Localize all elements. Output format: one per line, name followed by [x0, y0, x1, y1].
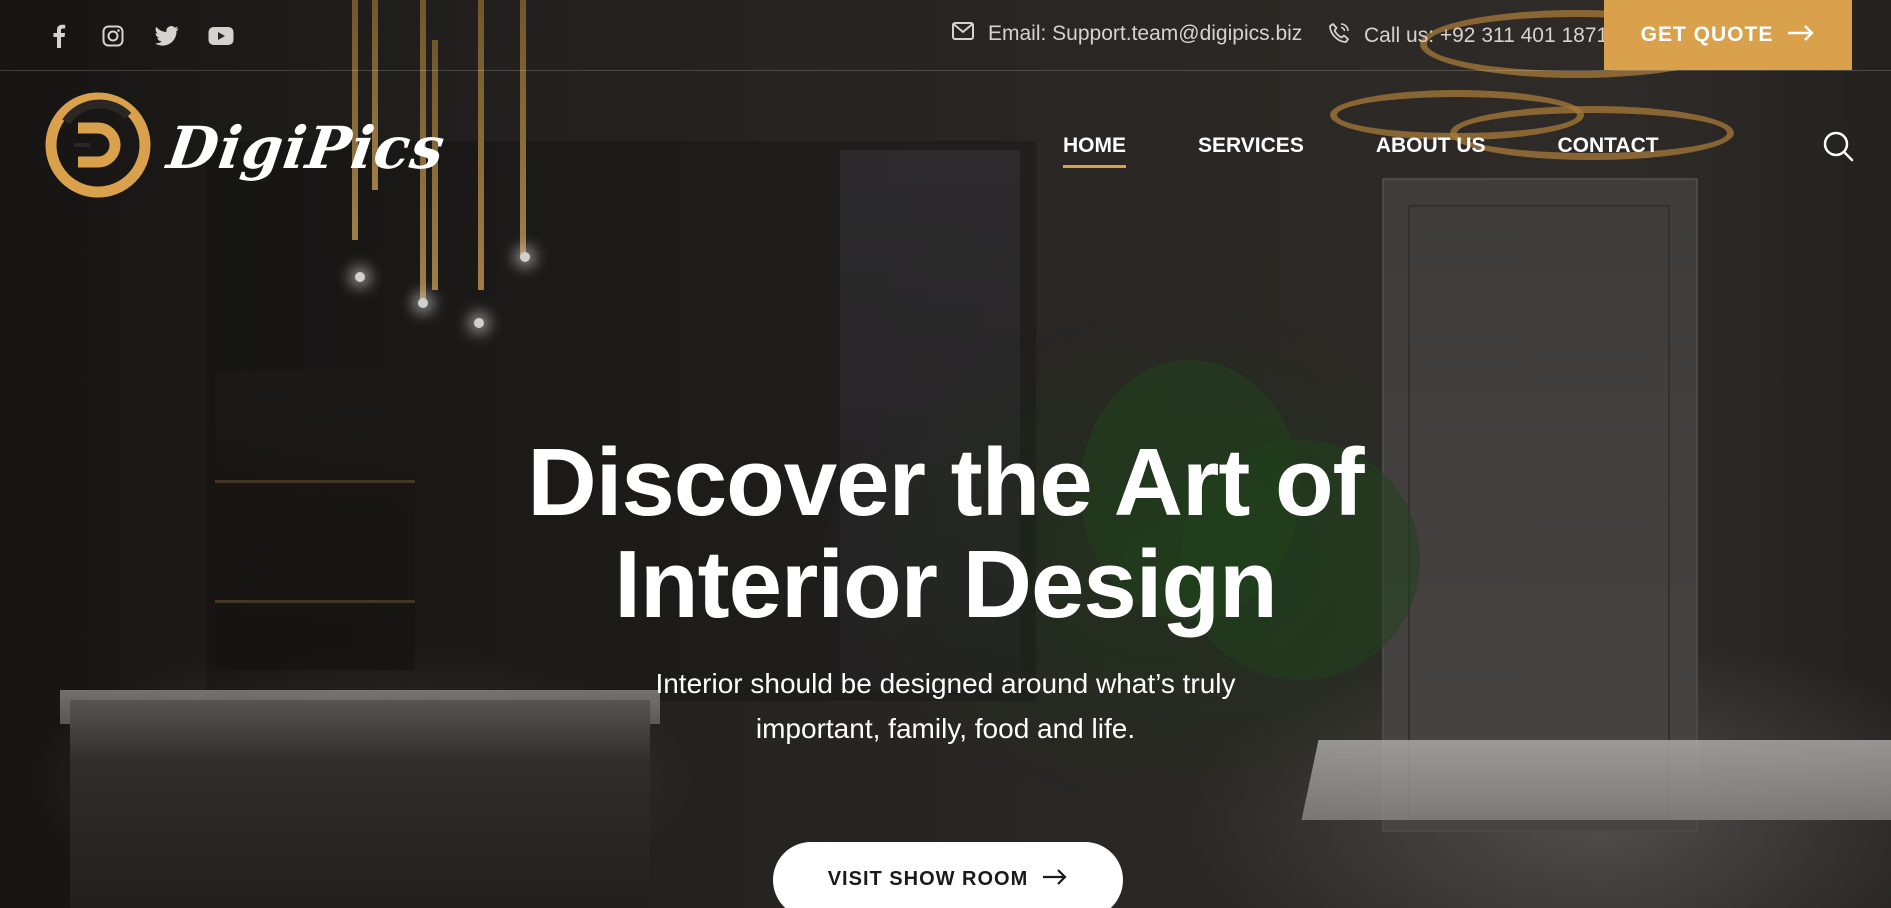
- hero-subtitle-line-2: important, family, food and life.: [755, 713, 1136, 744]
- hero-subtitle-line-1: Interior should be designed around what’…: [655, 668, 1236, 699]
- social-links: [45, 22, 235, 50]
- get-quote-label: GET QUOTE: [1640, 23, 1774, 46]
- youtube-icon[interactable]: [207, 22, 235, 50]
- email-contact[interactable]: Email: Support.team@digipics.biz: [952, 22, 1302, 46]
- visit-show-room-label: VISIT SHOW ROOM: [827, 868, 1029, 890]
- hero-title-line-1: Discover the Art of: [527, 429, 1364, 536]
- main-nav: HOME SERVICES ABOUT US CONTACT: [1063, 134, 1659, 168]
- search-icon[interactable]: [1822, 130, 1854, 162]
- phone-icon: [1328, 22, 1350, 50]
- email-text[interactable]: Email: Support.team@digipics.biz: [988, 22, 1302, 46]
- nav-item-home[interactable]: HOME: [1063, 134, 1126, 168]
- nav-item-services[interactable]: SERVICES: [1198, 134, 1304, 168]
- brand-logo[interactable]: DigiPics: [44, 92, 449, 203]
- arrow-right-icon: [1042, 868, 1068, 891]
- arrow-right-icon: [1787, 23, 1815, 47]
- get-quote-button[interactable]: GET QUOTE: [1604, 0, 1852, 70]
- twitter-icon[interactable]: [153, 22, 181, 50]
- nav-item-about-us[interactable]: ABOUT US: [1376, 134, 1486, 168]
- phone-contact[interactable]: Call us: +92 311 401 1871: [1328, 22, 1608, 50]
- hero-title-line-2: Interior Design: [614, 531, 1277, 638]
- nav-item-contact[interactable]: CONTACT: [1558, 134, 1659, 168]
- logo-mark-icon: [44, 92, 154, 203]
- visit-show-room-button[interactable]: VISIT SHOW ROOM: [773, 842, 1123, 908]
- instagram-icon[interactable]: [99, 22, 127, 50]
- hero-subtitle: Interior should be designed around what’…: [0, 661, 1891, 751]
- brand-name: DigiPics: [163, 113, 450, 182]
- mail-icon: [952, 22, 974, 46]
- top-bar: Email: Support.team@digipics.biz Call us…: [0, 0, 1891, 71]
- hero-title: Discover the Art of Interior Design: [0, 432, 1891, 636]
- hero-section: Email: Support.team@digipics.biz Call us…: [0, 0, 1891, 908]
- facebook-icon[interactable]: [45, 22, 73, 50]
- phone-text[interactable]: Call us: +92 311 401 1871: [1364, 24, 1608, 48]
